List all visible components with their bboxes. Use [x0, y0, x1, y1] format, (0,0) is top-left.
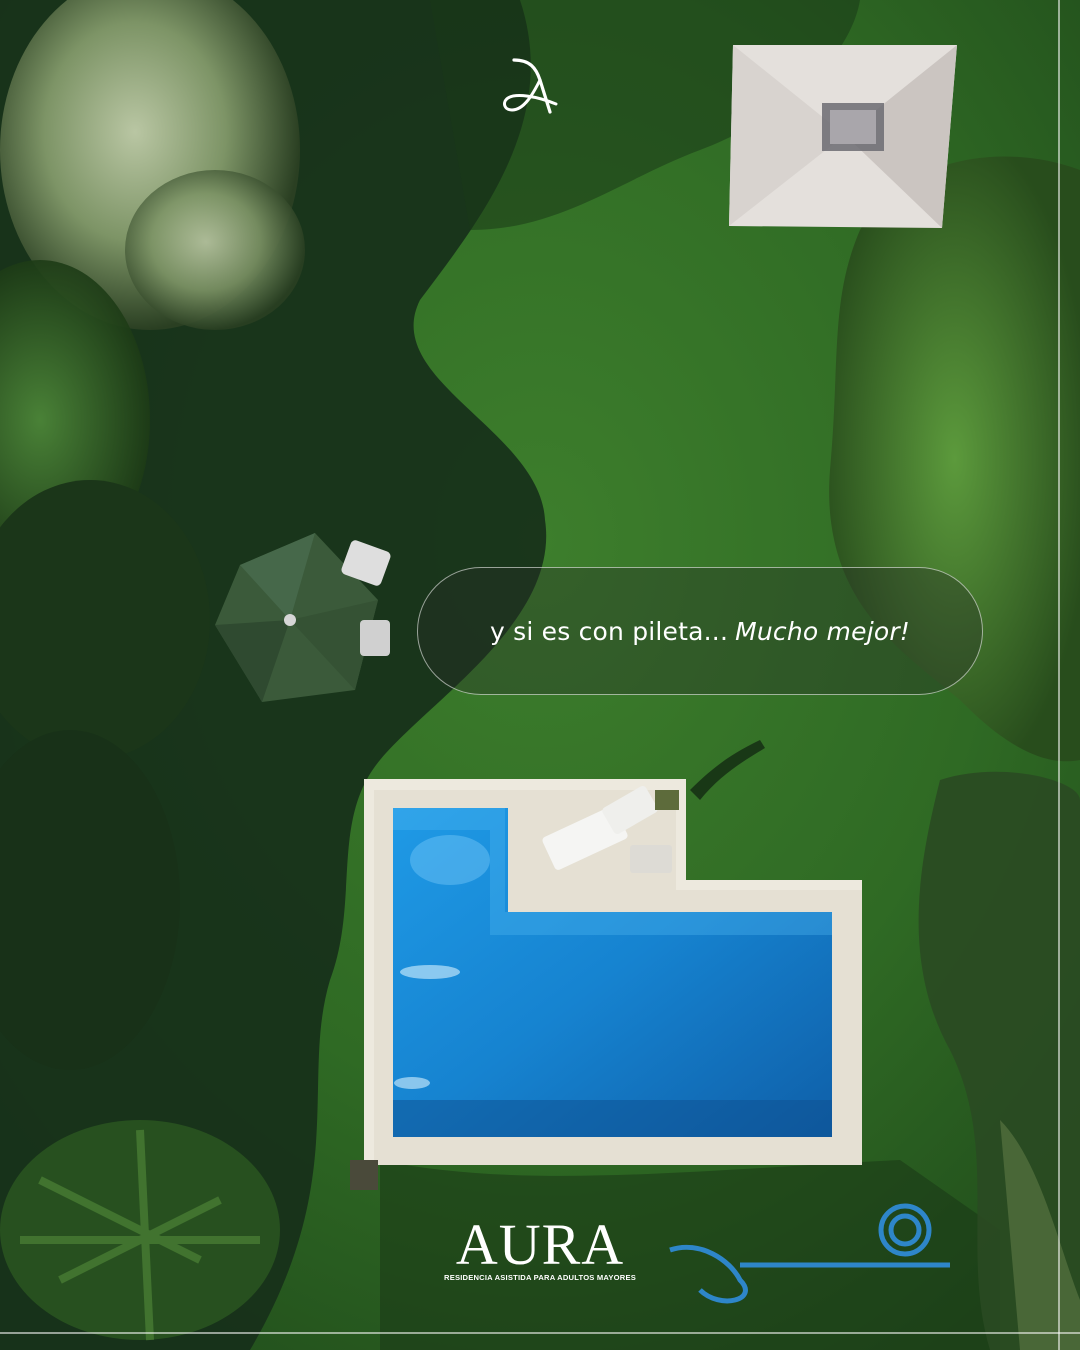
white-umbrella: [729, 45, 957, 228]
caption-pill: y si es con pileta... Mucho mejor!: [417, 567, 983, 695]
svg-text:AURA: AURA: [456, 1212, 624, 1270]
aura-monogram-logo: [503, 58, 558, 114]
brand-tagline: RESIDENCIA ASISTIDA PARA ADULTOS MAYORES: [444, 1273, 636, 1282]
brand-logo: AURA RESIDENCIA ASISTIDA PARA ADULTOS MA…: [440, 1210, 640, 1290]
frame-line-bottom: [0, 1332, 1080, 1334]
caption-emphasis: Mucho mejor!: [735, 616, 911, 646]
frame-line-right: [1058, 0, 1060, 1350]
caption-text: y si es con pileta...: [489, 616, 729, 646]
brand-wordmark: AURA: [456, 1212, 624, 1270]
